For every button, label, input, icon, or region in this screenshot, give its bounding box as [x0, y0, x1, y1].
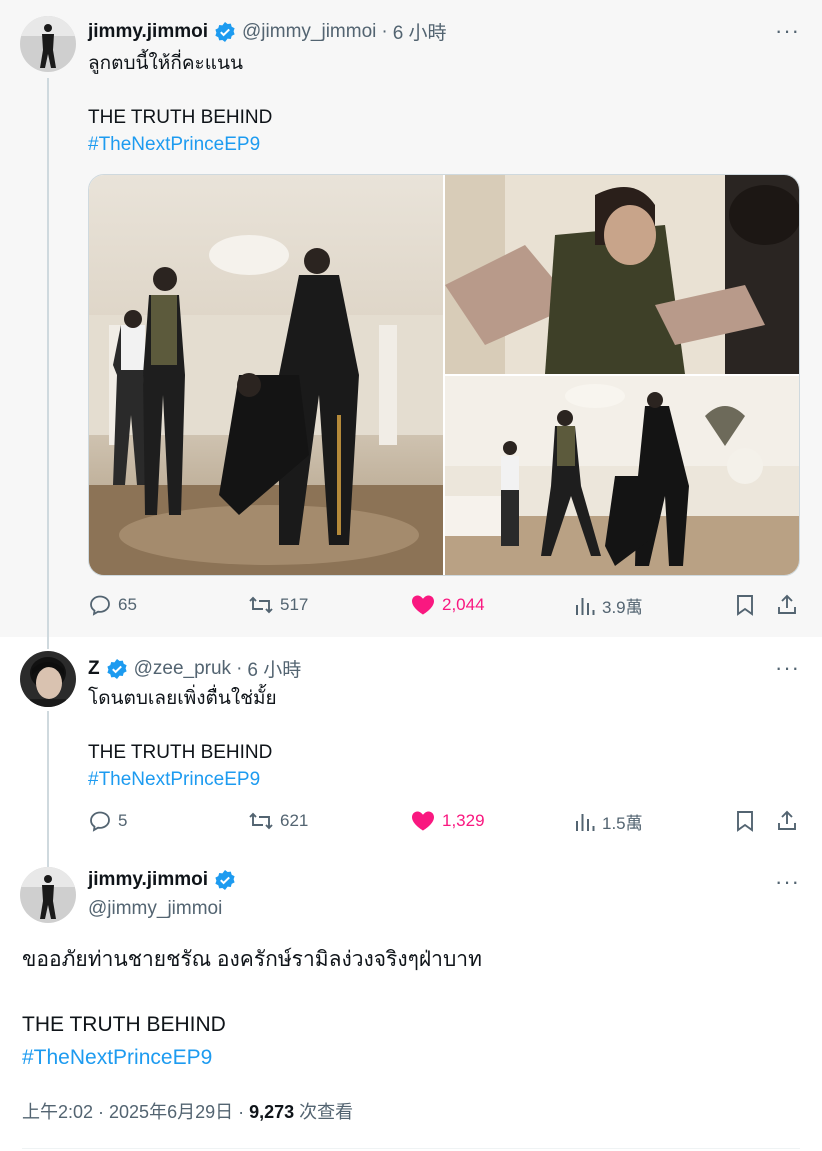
- thread-line: [47, 78, 49, 637]
- tweet-body: THE TRUTH BEHIND: [22, 1013, 226, 1036]
- tweet-text: ขออภัยท่านชายชรัณ องครักษ์รามิลง่วงจริงๆ…: [22, 948, 482, 971]
- like-count: 1,329: [442, 811, 485, 830]
- like-button[interactable]: 2,044: [410, 593, 485, 617]
- handle[interactable]: @jimmy_jimmoi: [88, 898, 222, 920]
- share-button[interactable]: [776, 809, 804, 833]
- views-icon: [576, 813, 595, 831]
- verified-badge-icon: [214, 21, 236, 43]
- verified-badge-icon: [106, 658, 128, 680]
- display-name[interactable]: Z: [88, 658, 100, 680]
- views-count: 1.5萬: [602, 814, 643, 833]
- retweet-icon: [249, 596, 273, 614]
- tweet-body: THE TRUTH BEHIND: [88, 107, 273, 128]
- tweet-metadata: 上午2:02 · 2025年6月29日 · 9,273 次查看: [22, 1098, 353, 1124]
- hashtag-link[interactable]: #TheNextPrinceEP9: [88, 766, 260, 793]
- retweet-count: 621: [280, 811, 309, 830]
- views-button[interactable]: 1.5萬: [574, 809, 643, 834]
- like-button[interactable]: 1,329: [410, 809, 485, 833]
- tweet-text: ลูกตบนี้ให้กี่คะแนน: [88, 53, 243, 74]
- like-count: 2,044: [442, 595, 485, 614]
- heart-filled-icon: [412, 811, 434, 831]
- reply-count: 65: [118, 595, 137, 614]
- tweet-header: jimmy.jimmoi: [88, 869, 242, 891]
- display-name[interactable]: jimmy.jimmoi: [88, 869, 208, 891]
- thread-line: [47, 637, 49, 649]
- action-bar: 65 517 2,044 3.9萬: [88, 593, 800, 623]
- divider: [22, 1148, 800, 1149]
- avatar-z[interactable]: [20, 651, 76, 707]
- retweet-button[interactable]: 517: [248, 593, 308, 617]
- share-icon: [778, 594, 796, 614]
- views-count: 9,273: [249, 1102, 295, 1122]
- views-label: 次查看: [294, 1102, 354, 1122]
- tweet-text: โดนตบเลยเพิ่งตื่นใช่มั้ย: [88, 688, 277, 709]
- separator-dot: ·: [381, 20, 388, 42]
- more-options-icon[interactable]: ···: [775, 871, 800, 893]
- separator-dot: ·: [236, 657, 243, 679]
- avatar-jimmy[interactable]: [20, 16, 76, 72]
- media-grid[interactable]: [88, 174, 800, 576]
- share-icon: [778, 810, 796, 830]
- timestamp[interactable]: 上午2:02 · 2025年6月29日 ·: [22, 1102, 249, 1122]
- handle[interactable]: @zee_pruk: [134, 658, 231, 680]
- bookmark-button[interactable]: [734, 593, 762, 617]
- photo-top-right[interactable]: [445, 175, 800, 374]
- more-options-icon[interactable]: ···: [775, 20, 800, 42]
- hashtag-link[interactable]: #TheNextPrinceEP9: [88, 131, 260, 158]
- retweet-icon: [249, 812, 273, 830]
- photo-left[interactable]: [89, 175, 443, 576]
- retweet-button[interactable]: 621: [248, 809, 308, 833]
- display-name[interactable]: jimmy.jimmoi: [88, 21, 208, 43]
- avatar-jimmy[interactable]: [20, 867, 76, 923]
- reply-icon: [90, 595, 110, 616]
- tweet-1[interactable]: jimmy.jimmoi @jimmy_jimmoi · 6 小時 ··· ลู…: [0, 0, 822, 637]
- tweet-header: Z @zee_pruk · 6 小時: [88, 655, 301, 682]
- retweet-count: 517: [280, 595, 309, 614]
- more-options-icon[interactable]: ···: [775, 657, 800, 679]
- reply-icon: [90, 811, 110, 832]
- thread-line: [47, 711, 49, 857]
- bookmark-icon: [737, 595, 753, 616]
- tweet-body: THE TRUTH BEHIND: [88, 742, 273, 763]
- reply-button[interactable]: 65: [88, 593, 137, 617]
- photo-bottom-right[interactable]: [445, 376, 800, 576]
- heart-filled-icon: [412, 595, 434, 615]
- views-icon: [576, 597, 595, 615]
- verified-badge-icon: [214, 869, 236, 891]
- handle[interactable]: @jimmy_jimmoi: [242, 21, 376, 43]
- hashtag-link[interactable]: #TheNextPrinceEP9: [22, 1043, 212, 1073]
- views-button[interactable]: 3.9萬: [574, 593, 643, 618]
- views-count: 3.9萬: [602, 598, 643, 617]
- tweet-header: jimmy.jimmoi @jimmy_jimmoi · 6 小時: [88, 18, 447, 45]
- tweet-2[interactable]: Z @zee_pruk · 6 小時 ··· โดนตบเลยเพิ่งตื่น…: [0, 637, 822, 857]
- bookmark-icon: [737, 811, 753, 832]
- bookmark-button[interactable]: [734, 809, 762, 833]
- share-button[interactable]: [776, 593, 804, 617]
- timestamp[interactable]: 6 小時: [247, 655, 301, 682]
- reply-count: 5: [118, 811, 128, 830]
- reply-button[interactable]: 5: [88, 809, 127, 833]
- action-bar: 5 621 1,329 1.5萬: [88, 809, 800, 839]
- timestamp[interactable]: 6 小時: [393, 18, 447, 45]
